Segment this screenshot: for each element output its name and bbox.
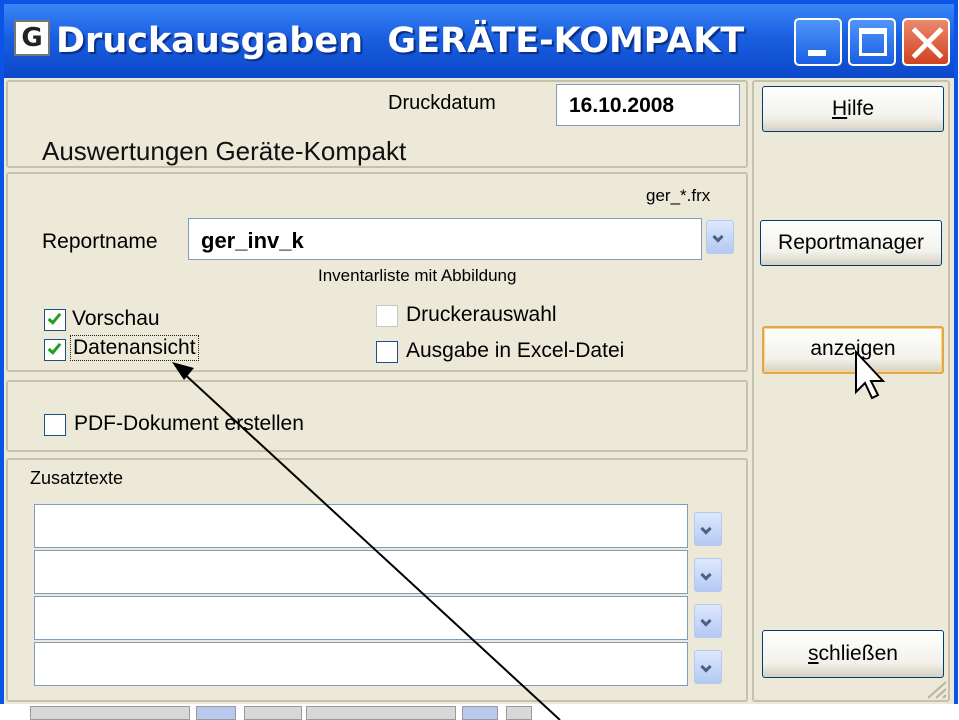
chevron-down-icon xyxy=(700,523,712,535)
hilfe-label: ilfe xyxy=(847,97,875,120)
button-column: Hilfe Reportmanager anzeigen schließen xyxy=(752,80,950,702)
minimize-button[interactable] xyxy=(794,18,842,66)
reportmanager-label: Reportmanager xyxy=(778,231,924,254)
chevron-down-icon xyxy=(700,569,712,581)
druckdatum-value: 16.10.2008 xyxy=(569,94,675,117)
header-panel: Druckdatum 16.10.2008 Auswertungen Gerät… xyxy=(6,80,748,168)
dialog-client-area: Druckdatum 16.10.2008 Auswertungen Gerät… xyxy=(4,78,954,704)
zusatztext-dropdown-button-4[interactable] xyxy=(694,650,722,684)
vorschau-checkbox[interactable] xyxy=(44,309,66,331)
background-strip-1 xyxy=(30,706,190,720)
zusatztext-input-4[interactable] xyxy=(34,642,688,686)
schliessen-label: chließen xyxy=(818,642,898,665)
app-icon: G xyxy=(14,20,50,56)
background-strip-4 xyxy=(306,706,456,720)
zusatztext-input-1[interactable] xyxy=(34,504,688,548)
report-pattern: ger_*.frx xyxy=(646,186,711,205)
report-panel: ger_*.frx Reportname ger_inv_k Inventarl… xyxy=(6,172,748,372)
close-icon xyxy=(904,20,948,64)
anzeigen-button[interactable]: anzeigen xyxy=(762,326,944,374)
excel-label: Ausgabe in Excel-Datei xyxy=(406,339,625,362)
maximize-button[interactable] xyxy=(848,18,896,66)
vorschau-label: Vorschau xyxy=(72,307,160,330)
reportname-value: ger_inv_k xyxy=(201,228,304,253)
window-frame: G Druckausgaben GERÄTE-KOMPAKT Druckdatu… xyxy=(0,0,958,704)
zusatztext-input-3[interactable] xyxy=(34,596,688,640)
chevron-down-icon xyxy=(700,615,712,627)
schliessen-mnemonic: s xyxy=(808,642,819,665)
druckdatum-label: Druckdatum xyxy=(388,92,496,114)
zusatztexte-panel: Zusatztexte xyxy=(6,458,748,702)
resize-grip-icon[interactable] xyxy=(924,678,948,700)
title-bar[interactable]: G Druckausgaben GERÄTE-KOMPAKT xyxy=(4,4,954,78)
background-strip-2 xyxy=(196,706,236,720)
zusatztext-dropdown-button-3[interactable] xyxy=(694,604,722,638)
datenansicht-label: Datenansicht xyxy=(70,335,199,361)
zusatztext-input-2[interactable] xyxy=(34,550,688,594)
zusatztexte-title: Zusatztexte xyxy=(30,468,124,488)
chevron-down-icon xyxy=(700,661,712,673)
close-button[interactable] xyxy=(902,18,950,66)
zusatztext-dropdown-button-2[interactable] xyxy=(694,558,722,592)
checkmark-icon xyxy=(47,340,62,355)
anzeigen-label: anzeigen xyxy=(810,337,896,360)
window-title: Druckausgaben GERÄTE-KOMPAKT xyxy=(56,21,745,61)
background-strip-5 xyxy=(462,706,498,720)
maximize-icon xyxy=(859,28,887,56)
checkmark-icon xyxy=(47,310,62,325)
excel-checkbox[interactable] xyxy=(376,341,398,363)
hilfe-mnemonic: H xyxy=(831,97,848,120)
schliessen-button[interactable]: schließen xyxy=(762,630,944,678)
background-strip-3 xyxy=(244,706,302,720)
report-description: Inventarliste mit Abbildung xyxy=(318,266,517,285)
pdf-checkbox[interactable] xyxy=(44,414,66,436)
reportname-combobox[interactable]: ger_inv_k xyxy=(188,218,702,260)
reportmanager-button[interactable]: Reportmanager xyxy=(760,220,942,266)
zusatztext-dropdown-button-1[interactable] xyxy=(694,512,722,546)
druckerauswahl-label: Druckerauswahl xyxy=(406,303,557,326)
background-strip-6 xyxy=(506,706,532,720)
pdf-panel: PDF-Dokument erstellen xyxy=(6,380,748,452)
minimize-icon xyxy=(808,50,826,56)
pdf-label: PDF-Dokument erstellen xyxy=(74,412,304,435)
chevron-down-icon xyxy=(712,231,724,243)
druckerauswahl-checkbox[interactable] xyxy=(376,305,398,327)
page-subtitle: Auswertungen Geräte-Kompakt xyxy=(42,136,407,166)
reportname-dropdown-button[interactable] xyxy=(706,220,734,254)
druckdatum-field[interactable]: 16.10.2008 xyxy=(556,84,740,126)
reportname-label: Reportname xyxy=(42,230,158,253)
datenansicht-checkbox[interactable] xyxy=(44,339,66,361)
hilfe-button[interactable]: Hilfe xyxy=(762,86,944,132)
